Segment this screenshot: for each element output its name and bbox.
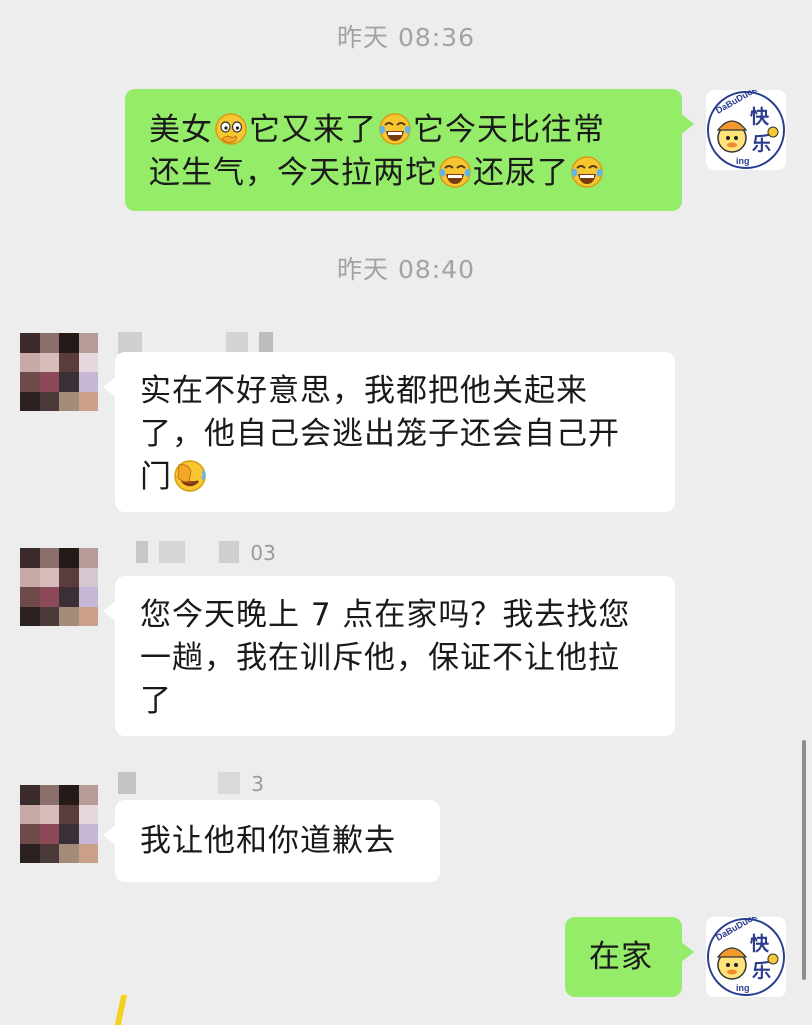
- message-line: 了，他自己会逃出笼子还会自己开: [140, 416, 620, 452]
- message-line: 美女 它又来了 它今天比往常: [149, 112, 605, 148]
- timestamp: 昨天 08:40: [337, 255, 475, 284]
- tears-of-joy-emoji-icon: [379, 113, 411, 145]
- message-line: 门: [140, 456, 675, 499]
- message-line: 还生气，今天拉两坨 还尿了: [149, 152, 682, 195]
- svg-text:乐: 乐: [752, 960, 771, 982]
- contact-avatar-pixelated[interactable]: [20, 333, 98, 411]
- my-message-bubble[interactable]: 美女 它又来了 它今天比往常 还生气，今天拉两坨 还尿了: [125, 89, 694, 211]
- duck-avatar-icon: DaBuDuck 快 乐 ing: [707, 917, 785, 996]
- scrollbar[interactable]: [802, 740, 806, 980]
- contact-nickname-blurred: 03: [136, 541, 282, 567]
- my-avatar[interactable]: DaBuDuck 快 乐 ing: [706, 917, 786, 997]
- my-message-bubble[interactable]: 在家: [565, 917, 694, 997]
- my-avatar[interactable]: DaBuDuck 快 乐 ing: [706, 90, 786, 170]
- contact-message-bubble[interactable]: 您今天晚上 7 点在家吗？我去找您 一趟，我在训斥他，保证不让他拉 了: [103, 576, 675, 736]
- svg-text:快: 快: [750, 105, 770, 128]
- svg-text:ing: ing: [736, 983, 750, 993]
- message-line: 在家: [589, 939, 653, 975]
- text-cursor-mark: [114, 995, 128, 1025]
- contact-message-bubble[interactable]: 实在不好意思，我都把他关起来 了，他自己会逃出笼子还会自己开 门: [103, 352, 675, 512]
- facepalm-emoji-icon: [174, 460, 206, 492]
- contact-message-bubble[interactable]: 我让他和你道歉去: [103, 800, 440, 882]
- tears-of-joy-emoji-icon: [571, 156, 603, 188]
- contact-avatar-pixelated[interactable]: [20, 548, 98, 626]
- thinking-face-emoji-icon: [215, 113, 247, 145]
- contact-avatar-pixelated[interactable]: [20, 785, 98, 863]
- tears-of-joy-emoji-icon: [439, 156, 471, 188]
- svg-text:ing: ing: [736, 156, 750, 166]
- contact-nickname-blurred: 3: [118, 772, 270, 798]
- timestamp: 昨天 08:36: [337, 23, 475, 52]
- message-line: 了: [140, 683, 172, 719]
- message-line: 一趟，我在训斥他，保证不让他拉: [140, 640, 620, 676]
- svg-text:乐: 乐: [752, 133, 771, 155]
- message-line: 实在不好意思，我都把他关起来: [140, 373, 588, 409]
- svg-text:快: 快: [750, 932, 770, 955]
- message-line: 您今天晚上 7 点在家吗？我去找您: [140, 597, 631, 633]
- message-line: 我让他和你道歉去: [140, 823, 396, 859]
- duck-avatar-icon: DaBuDuck 快 乐 ing: [707, 90, 785, 169]
